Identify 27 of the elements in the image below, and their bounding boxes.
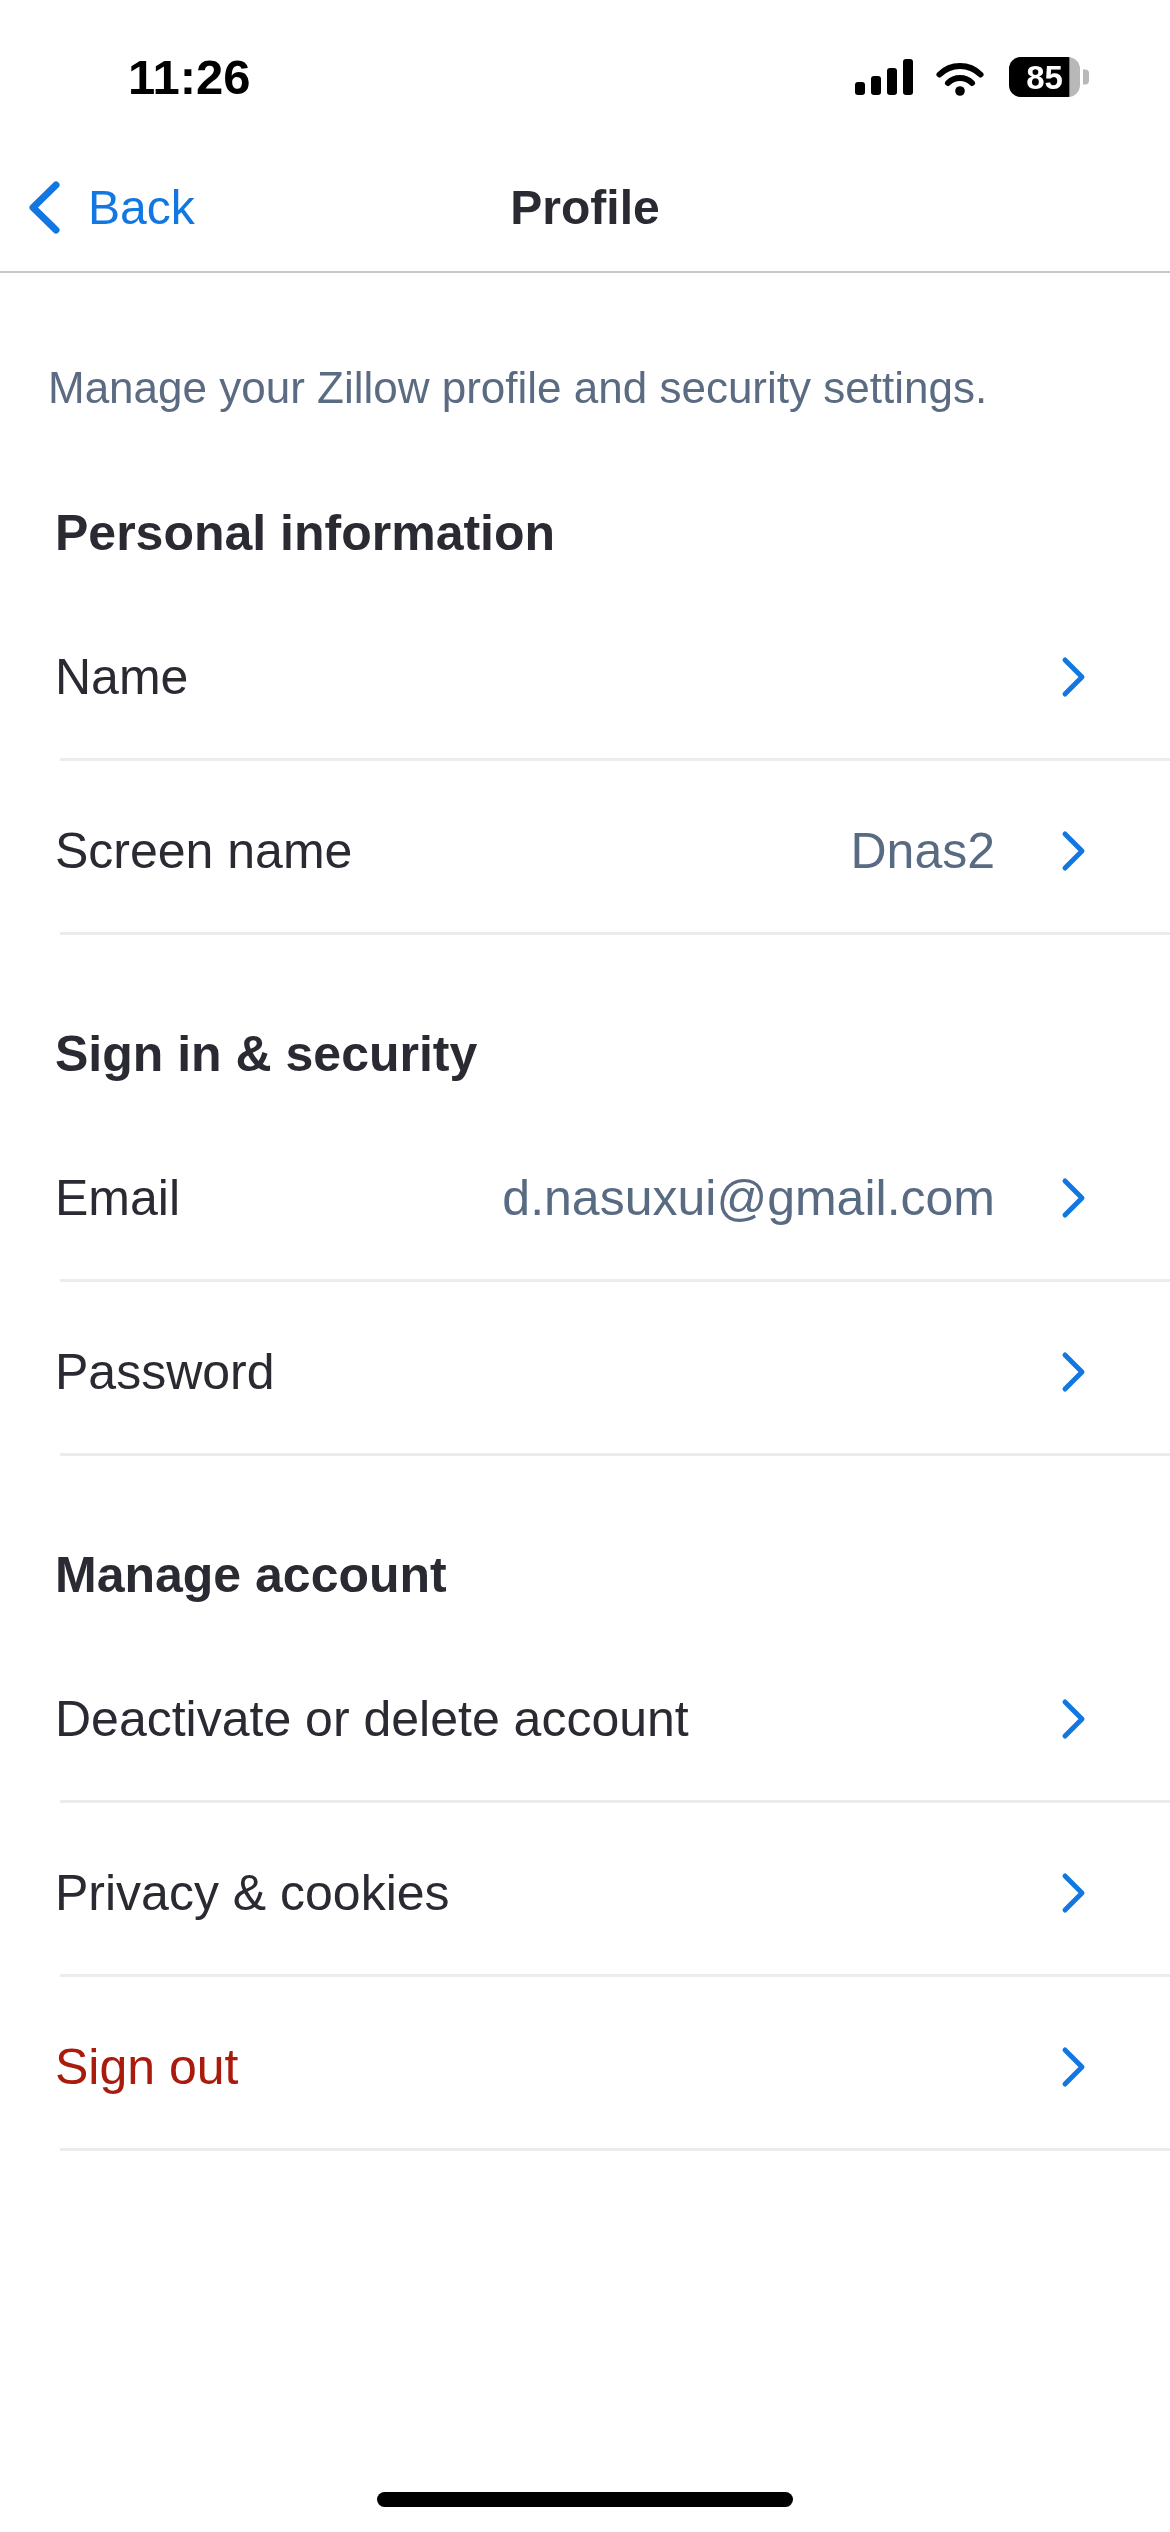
chevron-right-icon [1061,829,1086,872]
back-button[interactable]: Back [0,181,195,234]
back-chevron-icon [28,181,61,234]
status-time: 11:26 [128,52,251,102]
row-value: d.nasuxui@gmail.com [502,1168,995,1228]
battery-percentage: 85 [1026,60,1063,94]
settings-row[interactable]: Email d.nasuxui@gmail.com [0,1108,1170,1279]
settings-row[interactable]: Privacy & cookies [0,1803,1170,1974]
chevron-right-icon [1061,1350,1086,1393]
settings-row[interactable]: Sign out [0,1977,1170,2148]
signal-icon [855,59,913,95]
chevron-right-icon [1061,1697,1086,1740]
chevron-right-icon [1061,1176,1086,1219]
section-heading: Personal information [55,504,556,563]
settings-row[interactable]: Deactivate or delete account [0,1629,1170,1800]
section-heading: Sign in & security [55,1025,478,1084]
section-heading: Manage account [55,1546,447,1605]
battery-icon [1009,57,1090,97]
chevron-right-icon [1061,655,1086,698]
row-value: Dnas2 [850,821,995,881]
settings-row[interactable]: Name [0,587,1170,758]
settings-row[interactable]: Password [0,1282,1170,1453]
chevron-right-icon [1061,1871,1086,1914]
page-description: Manage your Zillow profile and security settings. [48,362,988,414]
settings-row[interactable]: Screen name Dnas2 [0,761,1170,932]
page-title: Profile [510,183,660,232]
chevron-right-icon [1061,2045,1086,2088]
